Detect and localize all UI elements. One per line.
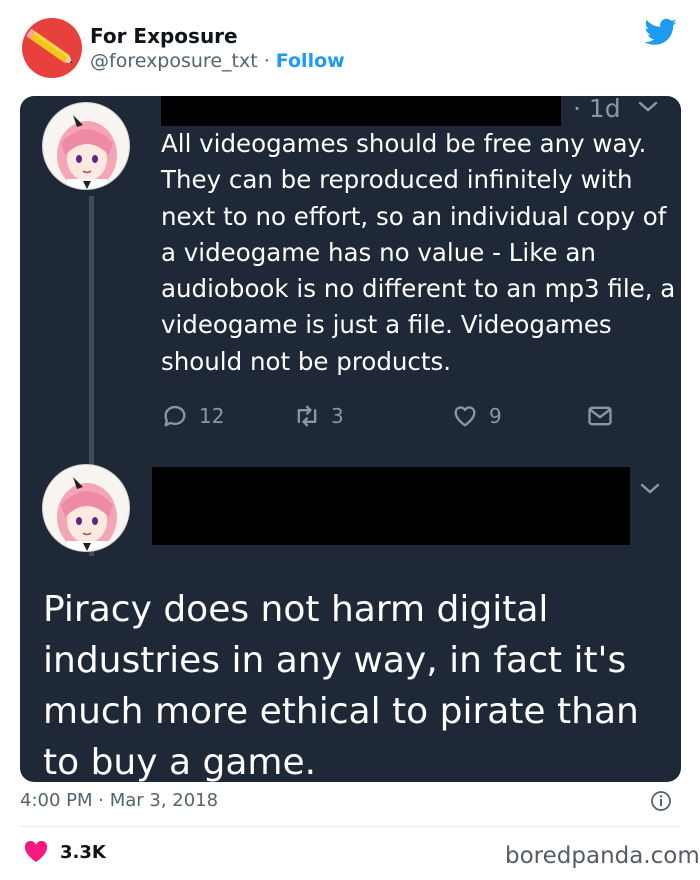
envelope-icon — [588, 406, 612, 426]
handle-row: @forexposure_txt · Follow — [90, 50, 345, 72]
like-button[interactable]: 9 — [451, 396, 502, 436]
author-handle[interactable]: @forexposure_txt — [90, 50, 258, 72]
reply-avatar[interactable] — [42, 102, 130, 190]
pencil-icon — [26, 28, 74, 64]
share-button[interactable] — [586, 396, 614, 436]
watermark: boredpanda.com — [505, 843, 700, 869]
follow-link[interactable]: Follow — [276, 50, 345, 72]
tweet-header: For Exposure @forexposure_txt · Follow — [0, 0, 700, 95]
author-avatar[interactable] — [22, 18, 82, 78]
redacted-username-2 — [152, 467, 630, 545]
chevron-down-icon[interactable] — [637, 100, 659, 114]
info-icon[interactable] — [650, 790, 672, 812]
redacted-username-1 — [161, 96, 561, 126]
retweet-button[interactable]: 3 — [293, 396, 344, 436]
author-name[interactable]: For Exposure — [90, 24, 238, 48]
retweet-count: 3 — [331, 404, 344, 428]
tweet1-time[interactable]: · 1d — [573, 96, 621, 123]
separator: · — [257, 50, 276, 72]
tweet1-text: All videogames should be free any way. T… — [161, 129, 676, 376]
original-avatar[interactable] — [42, 464, 130, 552]
tweet2-text: Piracy does not harm digital industries … — [43, 589, 639, 782]
tweet1-actions: 12 3 9 — [161, 396, 681, 436]
tweet-timestamp[interactable]: 4:00 PM · Mar 3, 2018 — [20, 790, 218, 811]
embedded-screenshot: · 1d All videogames should be free any w… — [20, 96, 681, 782]
anime-avatar-icon — [57, 477, 117, 551]
reply-icon — [164, 405, 186, 427]
reply-count: 12 — [199, 404, 225, 428]
like-summary[interactable]: 3.3K — [24, 841, 106, 863]
divider — [20, 826, 680, 827]
chevron-down-icon[interactable] — [639, 482, 661, 496]
heart-icon — [24, 841, 48, 862]
heart-outline-icon — [454, 406, 476, 427]
like-count: 9 — [489, 404, 502, 428]
reply-button[interactable]: 12 — [161, 396, 224, 436]
retweet-icon — [297, 405, 317, 427]
like-total: 3.3K — [60, 841, 106, 863]
twitter-bird-icon[interactable] — [645, 18, 677, 46]
anime-avatar-icon — [57, 115, 117, 189]
